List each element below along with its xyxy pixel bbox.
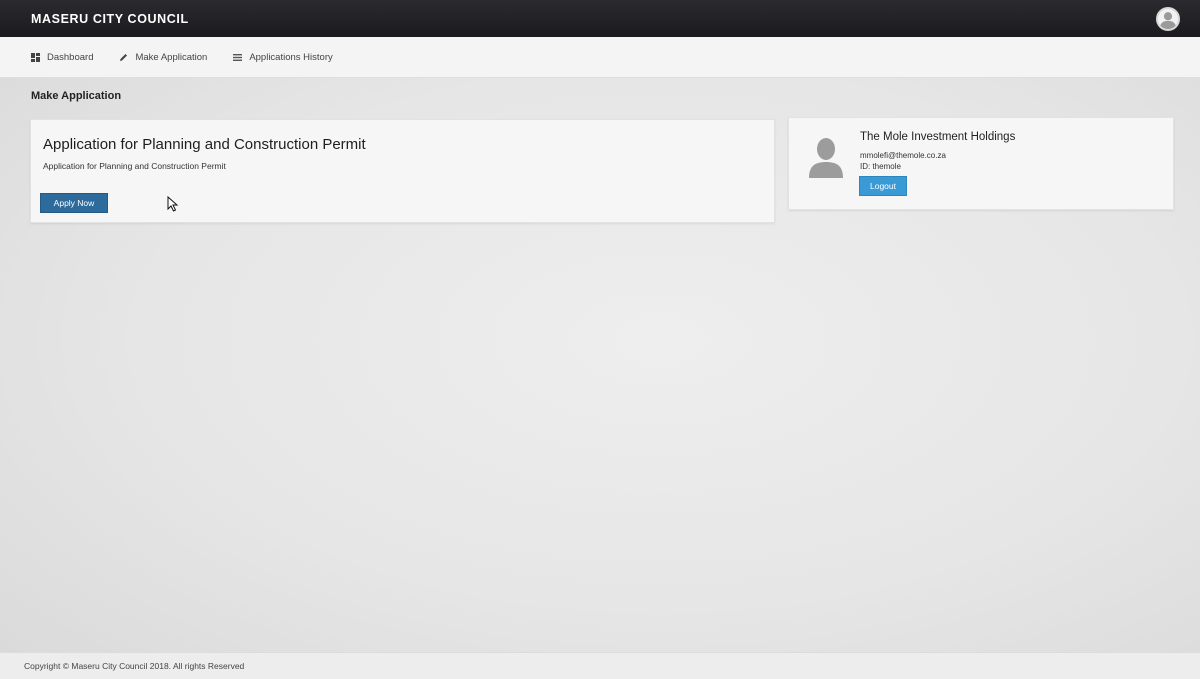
profile-id: ID: themole: [860, 162, 901, 171]
apply-now-button[interactable]: Apply Now: [40, 193, 108, 213]
nav-item-dashboard[interactable]: Dashboard: [31, 52, 93, 63]
nav-item-applications-history[interactable]: Applications History: [233, 51, 333, 63]
pencil-icon: [120, 53, 128, 61]
list-icon: [233, 53, 243, 61]
profile-card: The Mole Investment Holdings mmolefi@the…: [788, 117, 1174, 210]
logout-button[interactable]: Logout: [859, 176, 907, 196]
nav-label-applications-history: Applications History: [249, 51, 333, 63]
user-avatar-icon[interactable]: [1156, 6, 1180, 31]
nav-label-make-application: Make Application: [135, 51, 208, 63]
mouse-cursor-icon: [167, 196, 179, 212]
top-bar: MASERU CITY COUNCIL: [0, 0, 1200, 37]
profile-email: mmolefi@themole.co.za: [860, 151, 946, 160]
application-card-title: Application for Planning and Constructio…: [43, 136, 366, 153]
nav-bar: Dashboard Make Application Applications …: [0, 37, 1200, 78]
footer: Copyright © Maseru City Council 2018. Al…: [0, 652, 1200, 679]
dashboard-icon: [31, 52, 40, 62]
application-card-description: Application for Planning and Constructio…: [43, 161, 226, 171]
footer-copyright: Copyright © Maseru City Council 2018. Al…: [24, 661, 245, 671]
application-card: Application for Planning and Constructio…: [30, 119, 775, 223]
nav-item-make-application[interactable]: Make Application: [119, 52, 207, 63]
profile-name: The Mole Investment Holdings: [860, 131, 1016, 143]
brand-title: MASERU CITY COUNCIL: [31, 11, 189, 26]
nav-label-dashboard: Dashboard: [47, 51, 94, 63]
page-title: Make Application: [31, 90, 122, 102]
profile-silhouette-icon: [809, 138, 843, 178]
